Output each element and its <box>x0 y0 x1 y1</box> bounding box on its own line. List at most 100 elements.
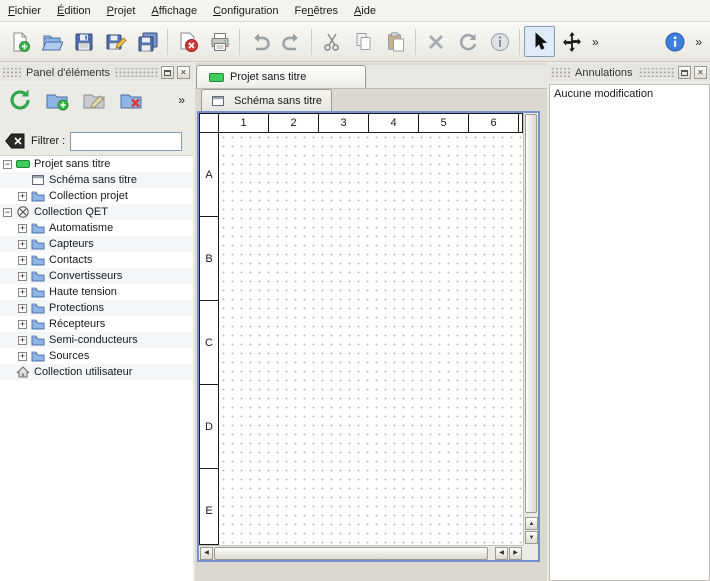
open-file-button[interactable] <box>36 26 67 57</box>
menu-item-fichier[interactable]: Fichier <box>0 0 49 21</box>
reload-collections-button[interactable] <box>4 84 36 116</box>
paste-button[interactable] <box>380 26 411 57</box>
help-button[interactable] <box>659 26 690 57</box>
move-tool-button[interactable] <box>556 26 587 57</box>
save-as-button[interactable] <box>100 26 131 57</box>
column-header-cell: 6 <box>469 114 519 132</box>
tree-expander-icon[interactable]: + <box>18 272 27 281</box>
toolbar-overflow-button[interactable]: » <box>588 36 603 48</box>
delete-element-button[interactable] <box>115 84 147 116</box>
tree-expander-icon[interactable]: + <box>18 304 27 313</box>
save-as-icon <box>105 31 127 53</box>
tree-expander-icon[interactable]: + <box>18 192 27 201</box>
tree-expander-icon[interactable]: + <box>18 240 27 249</box>
tree-item[interactable]: +Protections <box>0 300 193 316</box>
float-panel-button[interactable] <box>161 66 174 79</box>
new-file-button[interactable] <box>4 26 35 57</box>
tree-item-label: Récepteurs <box>49 318 105 330</box>
tree-expander-icon[interactable]: + <box>18 256 27 265</box>
tree-item[interactable]: −Projet sans titre <box>0 156 193 172</box>
menu-item-fenetres[interactable]: Fenêtres <box>287 0 346 21</box>
column-header-cell: 2 <box>269 114 319 132</box>
tree-item[interactable]: +Collection projet <box>0 188 193 204</box>
print-button[interactable] <box>204 26 235 57</box>
scroll-down-button[interactable]: ▼ <box>525 531 538 544</box>
folder-icon <box>31 285 45 299</box>
edit-element-button[interactable] <box>78 84 110 116</box>
redo-button[interactable] <box>276 26 307 57</box>
scroll-right-button[interactable]: ▶ <box>509 547 522 560</box>
tree-item-label: Sources <box>49 350 89 362</box>
tree-item[interactable]: Schéma sans titre <box>0 172 193 188</box>
scroll-left-button-end[interactable]: ◀ <box>495 547 508 560</box>
element-info-button[interactable] <box>484 26 515 57</box>
tree-expander-icon[interactable]: + <box>18 320 27 329</box>
undo-icon <box>249 31 271 53</box>
tree-expander-icon[interactable]: + <box>18 352 27 361</box>
new-element-icon <box>45 88 69 112</box>
horizontal-scrollbar-thumb[interactable] <box>214 547 488 560</box>
tree-item[interactable]: Collection utilisateur <box>0 364 193 380</box>
tree-item-label: Convertisseurs <box>49 270 122 282</box>
close-panel-button[interactable]: ✕ <box>177 66 190 79</box>
close-file-button[interactable] <box>172 26 203 57</box>
project-tab[interactable]: Projet sans titre <box>196 65 366 88</box>
tree-expander-icon[interactable]: + <box>18 336 27 345</box>
new-element-button[interactable] <box>41 84 73 116</box>
filter-input[interactable] <box>70 132 182 151</box>
tree-expander-icon[interactable]: + <box>18 288 27 297</box>
tree-item[interactable]: +Contacts <box>0 252 193 268</box>
clear-filter-button[interactable] <box>4 131 26 151</box>
tree-item[interactable]: + Sources <box>0 348 193 364</box>
panel-toolbar-overflow-button[interactable]: » <box>174 94 189 106</box>
float-undo-panel-button[interactable] <box>678 66 691 79</box>
qelectrotech-window: FichierÉditionProjetAffichageConfigurati… <box>0 0 710 62</box>
tree-item[interactable]: +Capteurs <box>0 236 193 252</box>
menu-item-configuration[interactable]: Configuration <box>205 0 286 21</box>
menu-item-edition[interactable]: Édition <box>49 0 99 21</box>
scroll-left-button[interactable]: ◀ <box>200 547 213 560</box>
select-tool-button[interactable] <box>524 26 555 57</box>
dock-grip[interactable] <box>115 68 158 77</box>
close-undo-panel-button[interactable]: ✕ <box>694 66 707 79</box>
save-button[interactable] <box>68 26 99 57</box>
qet-icon <box>16 205 30 219</box>
vertical-scrollbar-thumb[interactable] <box>525 114 537 513</box>
undo-list[interactable]: Aucune modification <box>549 84 710 581</box>
tree-item[interactable]: −Collection QET <box>0 204 193 220</box>
menu-item-affichage[interactable]: Affichage <box>143 0 205 21</box>
tree-item[interactable]: +Haute tension <box>0 284 193 300</box>
filter-label: Filtrer : <box>31 135 65 147</box>
dock-grip[interactable] <box>552 68 570 77</box>
tree-item[interactable]: + Récepteurs <box>0 316 193 332</box>
schema-icon <box>31 173 45 187</box>
tree-item[interactable]: + Convertisseurs <box>0 268 193 284</box>
menu-item-aide[interactable]: Aide <box>346 0 384 21</box>
dock-grip[interactable] <box>3 68 21 77</box>
undo-button[interactable] <box>244 26 275 57</box>
folder-icon <box>31 237 45 251</box>
schema-tab[interactable]: Schéma sans titre <box>201 89 332 111</box>
schema-window: Schéma sans titre 123456 ABCDE ▲ ▼ <box>197 89 542 564</box>
delete-button[interactable] <box>420 26 451 57</box>
vertical-scrollbar[interactable]: ▲ ▼ <box>523 113 538 545</box>
schema-canvas[interactable] <box>219 133 523 545</box>
menu-item-projet[interactable]: Projet <box>99 0 144 21</box>
tree-expander-icon[interactable]: − <box>3 208 12 217</box>
copy-button[interactable] <box>348 26 379 57</box>
save-all-button[interactable] <box>132 26 163 57</box>
tree-expander-icon[interactable]: + <box>18 224 27 233</box>
edit-element-icon <box>82 88 106 112</box>
tree-expander-icon[interactable]: − <box>3 160 12 169</box>
horizontal-scrollbar[interactable]: ◀ ◀ ▶ <box>199 545 523 560</box>
cut-button[interactable] <box>316 26 347 57</box>
select-tool-icon <box>529 31 551 53</box>
folder-icon <box>31 317 45 331</box>
tree-item[interactable]: +Semi-conducteurs <box>0 332 193 348</box>
scroll-up-button[interactable]: ▲ <box>525 517 538 530</box>
folder-icon <box>31 189 45 203</box>
dock-grip[interactable] <box>638 68 676 77</box>
help-toolbar-overflow-button[interactable]: » <box>691 36 706 48</box>
tree-item[interactable]: +Automatisme <box>0 220 193 236</box>
rotate-button[interactable] <box>452 26 483 57</box>
